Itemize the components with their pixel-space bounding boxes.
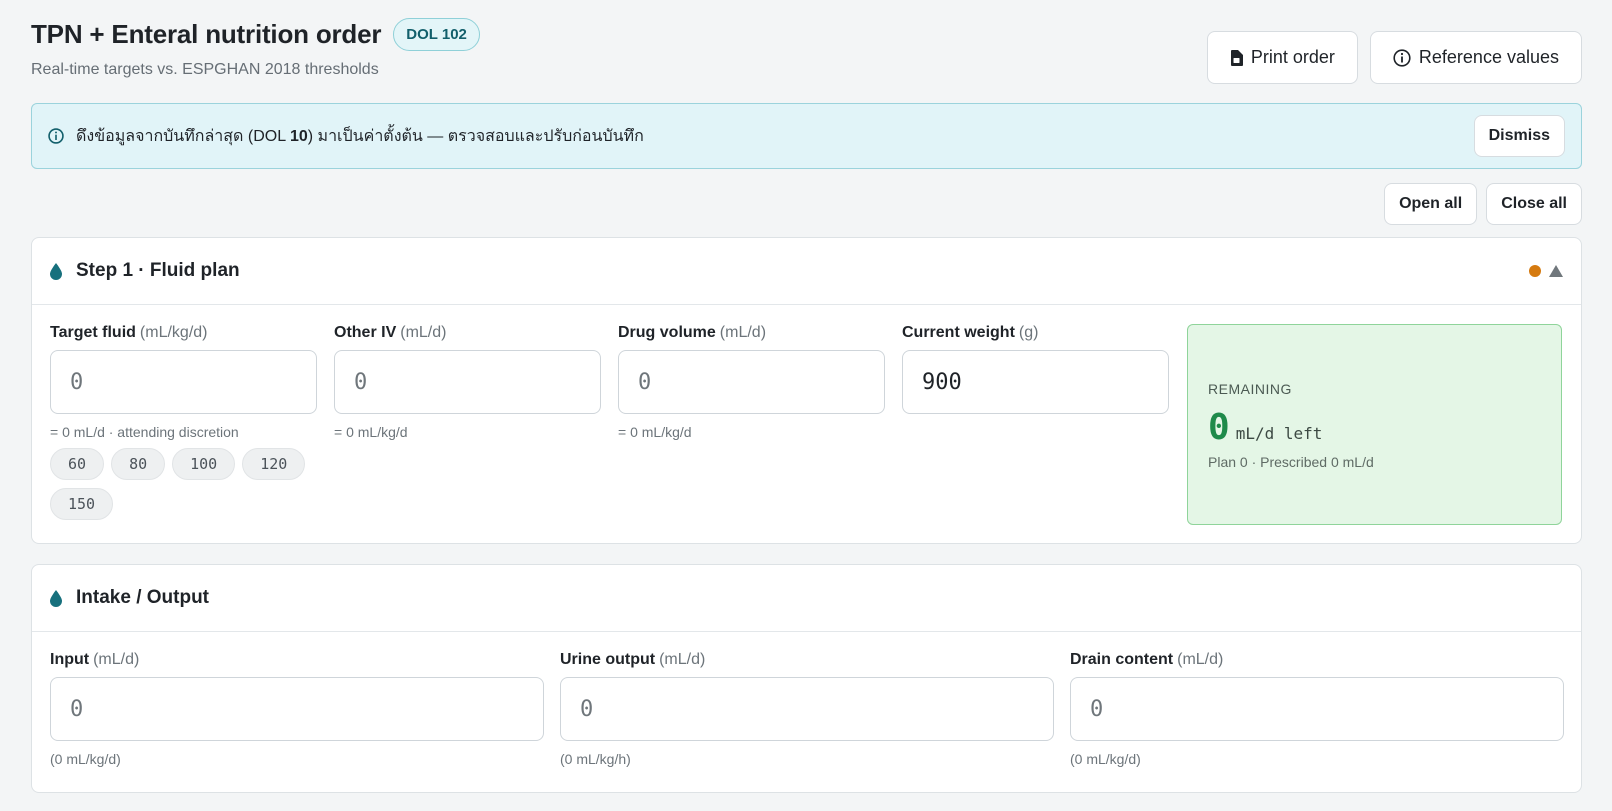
input-hint: (0 mL/kg/d) bbox=[50, 751, 121, 767]
info-icon bbox=[48, 128, 64, 144]
other-iv-input-box bbox=[334, 350, 601, 414]
drug-volume-input[interactable] bbox=[638, 369, 865, 395]
current-weight-input-box bbox=[902, 350, 1169, 414]
remaining-value: 0 bbox=[1208, 407, 1230, 448]
drug-volume-field: Drug volume(mL/d) = 0 mL/kg/d bbox=[618, 324, 885, 440]
other-iv-field: Other IV(mL/d) = 0 mL/kg/d bbox=[334, 324, 601, 440]
input-label: Input (mL/d) bbox=[50, 651, 544, 669]
remaining-unit: mL/d left bbox=[1235, 424, 1323, 443]
drain-content-input[interactable] bbox=[1090, 696, 1544, 722]
target-fluid-label-text: Target fluid bbox=[50, 324, 136, 341]
banner-text-start: ดึงข้อมูลจากบันทึกล่าสุด (DOL bbox=[76, 127, 290, 145]
preset-chip-120[interactable]: 120 bbox=[242, 448, 306, 480]
status-dot bbox=[1529, 265, 1541, 277]
other-iv-label: Other IV (mL/d) bbox=[334, 324, 601, 342]
info-icon bbox=[1393, 48, 1411, 67]
other-iv-unit: (mL/d) bbox=[400, 324, 447, 341]
drain-content-hint: (0 mL/kg/d) bbox=[1070, 751, 1141, 767]
preset-chip-150[interactable]: 150 bbox=[50, 488, 114, 520]
close-all-button[interactable]: Close all bbox=[1486, 183, 1582, 225]
remaining-value-row: 0 mL/d left bbox=[1208, 407, 1541, 448]
preset-chip-80[interactable]: 80 bbox=[111, 448, 166, 480]
drug-volume-input-box bbox=[618, 350, 885, 414]
other-iv-label-text: Other IV bbox=[334, 324, 397, 341]
other-iv-hint: = 0 mL/kg/d bbox=[334, 424, 408, 440]
urine-output-unit: (mL/d) bbox=[659, 651, 706, 668]
drop-icon bbox=[50, 262, 62, 280]
print-order-button[interactable]: Print order bbox=[1206, 31, 1358, 84]
triangle-up-icon[interactable] bbox=[1549, 265, 1563, 277]
urine-output-input-box bbox=[560, 677, 1054, 741]
preset-chip-100[interactable]: 100 bbox=[172, 448, 236, 480]
input-input-box bbox=[50, 677, 544, 741]
remaining-panel: REMAINING 0 mL/d left Plan 0 · Prescribe… bbox=[1187, 324, 1562, 525]
intake-output-header[interactable]: Intake / Output bbox=[32, 565, 1581, 632]
fluid-plan-header-status bbox=[1529, 265, 1563, 277]
fluid-plan-header[interactable]: Step 1 · Fluid plan bbox=[32, 238, 1581, 305]
current-weight-unit: (g) bbox=[1018, 324, 1039, 341]
target-fluid-label: Target fluid (mL/kg/d) bbox=[50, 324, 317, 342]
drug-volume-label: Drug volume (mL/d) bbox=[618, 324, 885, 342]
drain-content-label-text: Drain content bbox=[1070, 651, 1174, 668]
urine-output-label: Urine output (mL/d) bbox=[560, 651, 1054, 669]
fluid-plan-card: Step 1 · Fluid plan Target fluid (mL/kg/d… bbox=[31, 237, 1582, 544]
remaining-summary: Plan 0 · Prescribed 0 mL/d bbox=[1208, 454, 1374, 470]
drug-volume-hint: = 0 mL/kg/d bbox=[618, 424, 692, 440]
input-field: Input(mL/d) (0 mL/kg/d) bbox=[50, 651, 544, 767]
intake-output-card: Intake / Output Input(mL/d) (0 mL/kg/d) … bbox=[31, 564, 1582, 793]
fluid-plan-title: Step 1 · Fluid plan bbox=[76, 260, 240, 281]
banner-message: ดึงข้อมูลจากบันทึกล่าสุด (DOL 10) มาเป็น… bbox=[76, 124, 644, 149]
print-order-label: Print order bbox=[1250, 47, 1335, 67]
header-actions: Print order Reference values bbox=[1206, 31, 1582, 84]
target-fluid-unit: (mL/kg/d) bbox=[139, 324, 208, 341]
print-icon bbox=[1230, 49, 1243, 66]
intake-output-title: Intake / Output bbox=[76, 587, 209, 608]
banner-dol-value: 10 bbox=[289, 127, 308, 145]
drain-content-field: Drain content(mL/d) (0 mL/kg/d) bbox=[1070, 651, 1564, 767]
drain-content-label: Drain content (mL/d) bbox=[1070, 651, 1564, 669]
page-title: TPN + Enteral nutrition order bbox=[31, 19, 382, 49]
drug-volume-unit: (mL/d) bbox=[719, 324, 767, 341]
target-fluid-input-box bbox=[50, 350, 317, 414]
current-weight-label-text: Current weight bbox=[902, 324, 1015, 341]
dismiss-button[interactable]: Dismiss bbox=[1473, 115, 1565, 157]
drain-content-input-box bbox=[1070, 677, 1564, 741]
drain-content-unit: (mL/d) bbox=[1177, 651, 1224, 668]
reference-values-label: Reference values bbox=[1418, 47, 1559, 67]
remaining-label: REMAINING bbox=[1208, 381, 1292, 397]
input-label-text: Input bbox=[50, 651, 90, 668]
urine-output-hint: (0 mL/kg/h) bbox=[560, 751, 631, 767]
open-all-button[interactable]: Open all bbox=[1384, 183, 1478, 225]
preset-chip-60[interactable]: 60 bbox=[50, 448, 105, 480]
target-fluid-hint: = 0 mL/d · attending discretion bbox=[50, 424, 239, 440]
urine-output-label-text: Urine output bbox=[560, 651, 656, 668]
current-weight-field: Current weight (g) bbox=[902, 324, 1169, 414]
info-banner: ดึงข้อมูลจากบันทึกล่าสุด (DOL 10) มาเป็น… bbox=[31, 103, 1582, 169]
dol-badge: DOL 102 bbox=[393, 18, 480, 51]
urine-output-field: Urine output(mL/d) (0 mL/kg/h) bbox=[560, 651, 1054, 767]
drop-icon bbox=[50, 589, 62, 607]
target-fluid-input[interactable] bbox=[70, 369, 297, 395]
bulk-actions: Open all Close all bbox=[1384, 183, 1582, 225]
drug-volume-label-text: Drug volume bbox=[618, 324, 716, 341]
current-weight-input[interactable] bbox=[922, 369, 1149, 395]
input-volume-input[interactable] bbox=[70, 696, 524, 722]
banner-text-end: ) มาเป็นค่าตั้งต้น — ตรวจสอบและปรับก่อนบ… bbox=[307, 127, 644, 145]
page-header: TPN + Enteral nutrition order DOL 102 Re… bbox=[31, 18, 1582, 88]
input-unit: (mL/d) bbox=[93, 651, 140, 668]
target-fluid-field: Target fluid(mL/kg/d) = 0 mL/d · attendi… bbox=[50, 324, 317, 520]
current-weight-label: Current weight (g) bbox=[902, 324, 1169, 342]
reference-values-button[interactable]: Reference values bbox=[1369, 31, 1582, 84]
urine-output-input[interactable] bbox=[580, 696, 1034, 722]
other-iv-input[interactable] bbox=[354, 369, 581, 395]
target-fluid-presets: 60 80 100 120 150 bbox=[50, 448, 320, 520]
